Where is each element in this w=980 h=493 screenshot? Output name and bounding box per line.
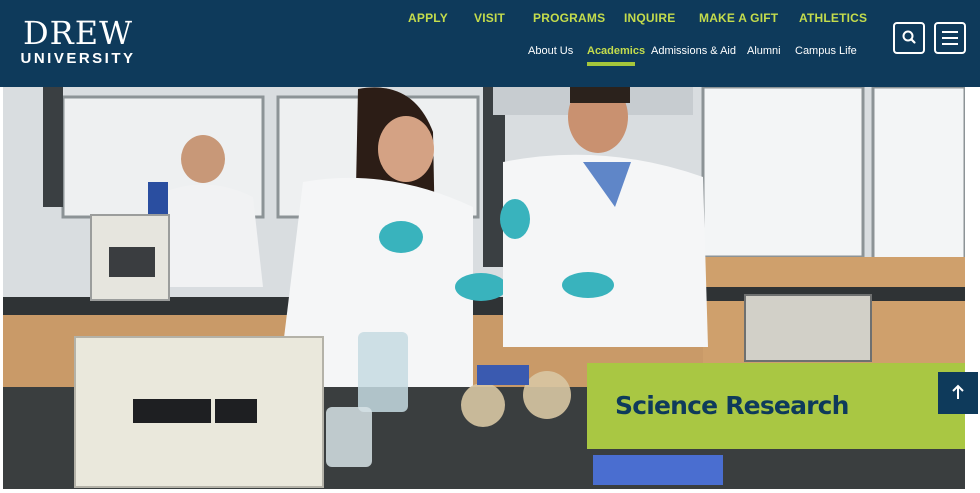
utility-link-apply[interactable]: APPLY (408, 11, 448, 25)
menu-button[interactable] (934, 22, 966, 54)
main-nav-about-us[interactable]: About Us (528, 45, 573, 57)
active-nav-indicator (587, 62, 635, 66)
hamburger-menu-icon (942, 31, 958, 45)
main-nav-academics[interactable]: Academics (587, 45, 645, 57)
utility-link-visit[interactable]: VISIT (474, 11, 505, 25)
hero-image: Science Research (3, 87, 965, 489)
hero-caption-box: Science Research (587, 363, 965, 449)
search-button[interactable] (893, 22, 925, 54)
logo-wordmark: DREW (23, 14, 133, 52)
search-icon (902, 30, 916, 44)
main-nav-alumni[interactable]: Alumni (747, 45, 781, 57)
site-header: DREW UNIVERSITY APPLY VISIT PROGRAMS INQ… (0, 0, 980, 87)
utility-link-athletics[interactable]: ATHLETICS (799, 11, 867, 25)
logo-subtitle: UNIVERSITY (20, 50, 136, 67)
utility-link-programs[interactable]: PROGRAMS (533, 11, 605, 25)
drew-university-logo[interactable]: DREW UNIVERSITY (20, 16, 136, 68)
utility-link-make-a-gift[interactable]: MAKE A GIFT (699, 11, 778, 25)
main-nav-admissions-aid[interactable]: Admissions & Aid (651, 45, 736, 57)
arrow-up-icon (952, 384, 964, 399)
main-nav-campus-life[interactable]: Campus Life (795, 45, 857, 57)
utility-link-inquire[interactable]: INQUIRE (624, 11, 675, 25)
back-to-top-button[interactable] (938, 372, 978, 414)
hero-caption-title: Science Research (615, 391, 849, 420)
